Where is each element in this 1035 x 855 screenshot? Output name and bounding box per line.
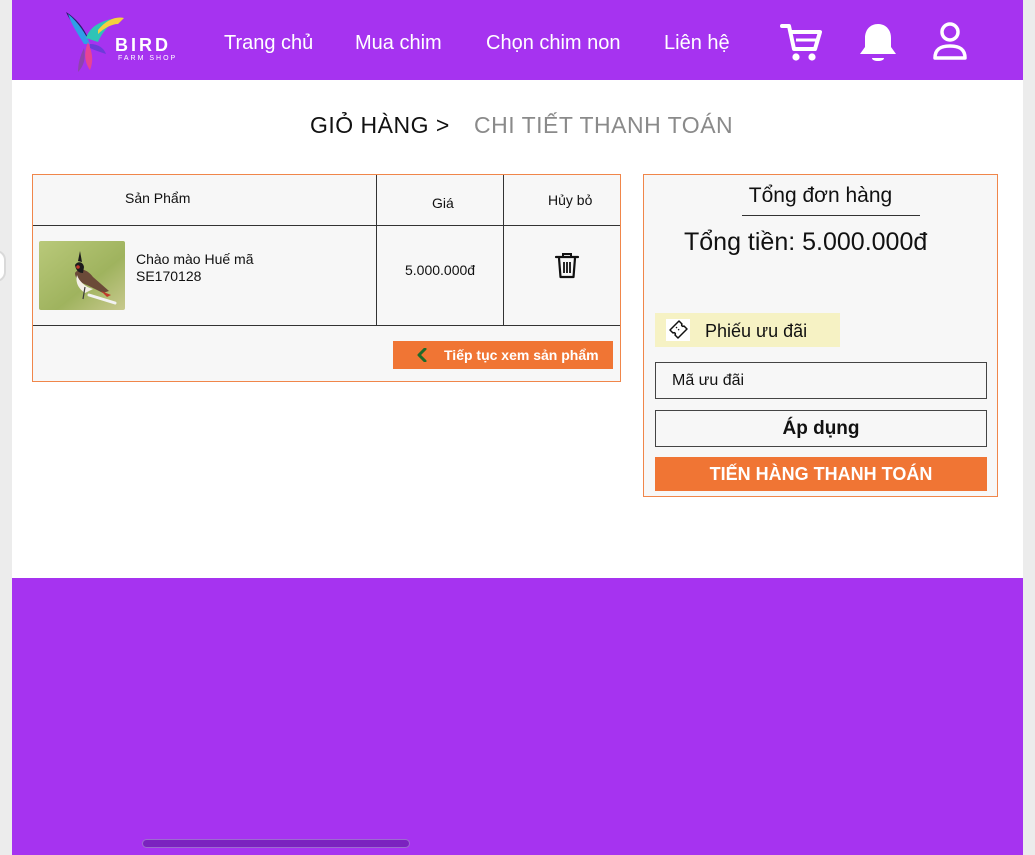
cart-table: Sản Phẩm Giá Hủy bỏ Chào mào Huế mã SE17… [32,174,621,382]
row-divider [33,325,620,326]
nav-item-contact[interactable]: Liên hệ [664,32,730,55]
continue-shopping-label: Tiếp tục xem sản phẩm [444,347,599,363]
column-divider [376,175,377,325]
breadcrumb-cart[interactable]: GIỎ HÀNG > [310,112,450,139]
proceed-checkout-button[interactable]: TIẾN HÀNG THANH TOÁN [655,457,987,491]
nav-item-buy-birds[interactable]: Mua chim [355,32,442,55]
top-navbar: BIRD FARM SHOP Trang chủ Mua chim Chọn c… [12,0,1023,80]
bell-icon[interactable] [856,20,900,64]
order-summary-panel: Tổng đơn hàng Tổng tiền: 5.000.000đ Phiế… [643,174,998,497]
product-name: Chào mào Huế mã [136,251,254,267]
column-divider [503,175,504,325]
chevron-left-icon [415,347,429,363]
nav-item-baby-birds[interactable]: Chọn chim non [486,32,621,55]
nav-item-home[interactable]: Trang chủ [224,32,313,55]
cart-icon[interactable] [780,20,824,64]
horizontal-scrollbar[interactable] [142,839,410,848]
order-total: Tổng tiền: 5.000.000đ [684,228,928,256]
logo-wordmark: BIRD [115,35,171,55]
side-handle[interactable] [0,250,6,282]
page: BIRD FARM SHOP Trang chủ Mua chim Chọn c… [12,0,1023,855]
product-info: Chào mào Huế mã SE170128 [136,251,254,285]
trash-icon[interactable] [554,251,580,279]
logo[interactable]: BIRD FARM SHOP [62,8,192,74]
product-code: SE170128 [136,268,202,284]
voucher-label: Phiếu ưu đãi [705,321,808,341]
order-summary-title: Tổng đơn hàng [748,184,893,207]
product-price: 5.000.000đ [405,262,476,278]
footer [12,578,1023,855]
product-image[interactable] [39,241,125,310]
user-icon[interactable] [928,20,972,64]
logo-tagline: FARM SHOP [118,55,178,62]
column-header-product: Sản Phẩm [125,190,191,206]
breadcrumb-checkout-details[interactable]: CHI TIẾT THANH TOÁN [474,112,733,139]
voucher-section[interactable]: Phiếu ưu đãi [655,313,840,347]
column-header-price: Giá [432,195,454,211]
column-header-remove: Hủy bỏ [548,192,593,208]
promo-code-input[interactable] [655,362,987,399]
apply-code-button[interactable]: Áp dụng [655,410,987,447]
ticket-icon [666,319,690,341]
title-underline [742,215,920,216]
row-divider [33,225,620,226]
continue-shopping-button[interactable]: Tiếp tục xem sản phẩm [393,341,613,369]
